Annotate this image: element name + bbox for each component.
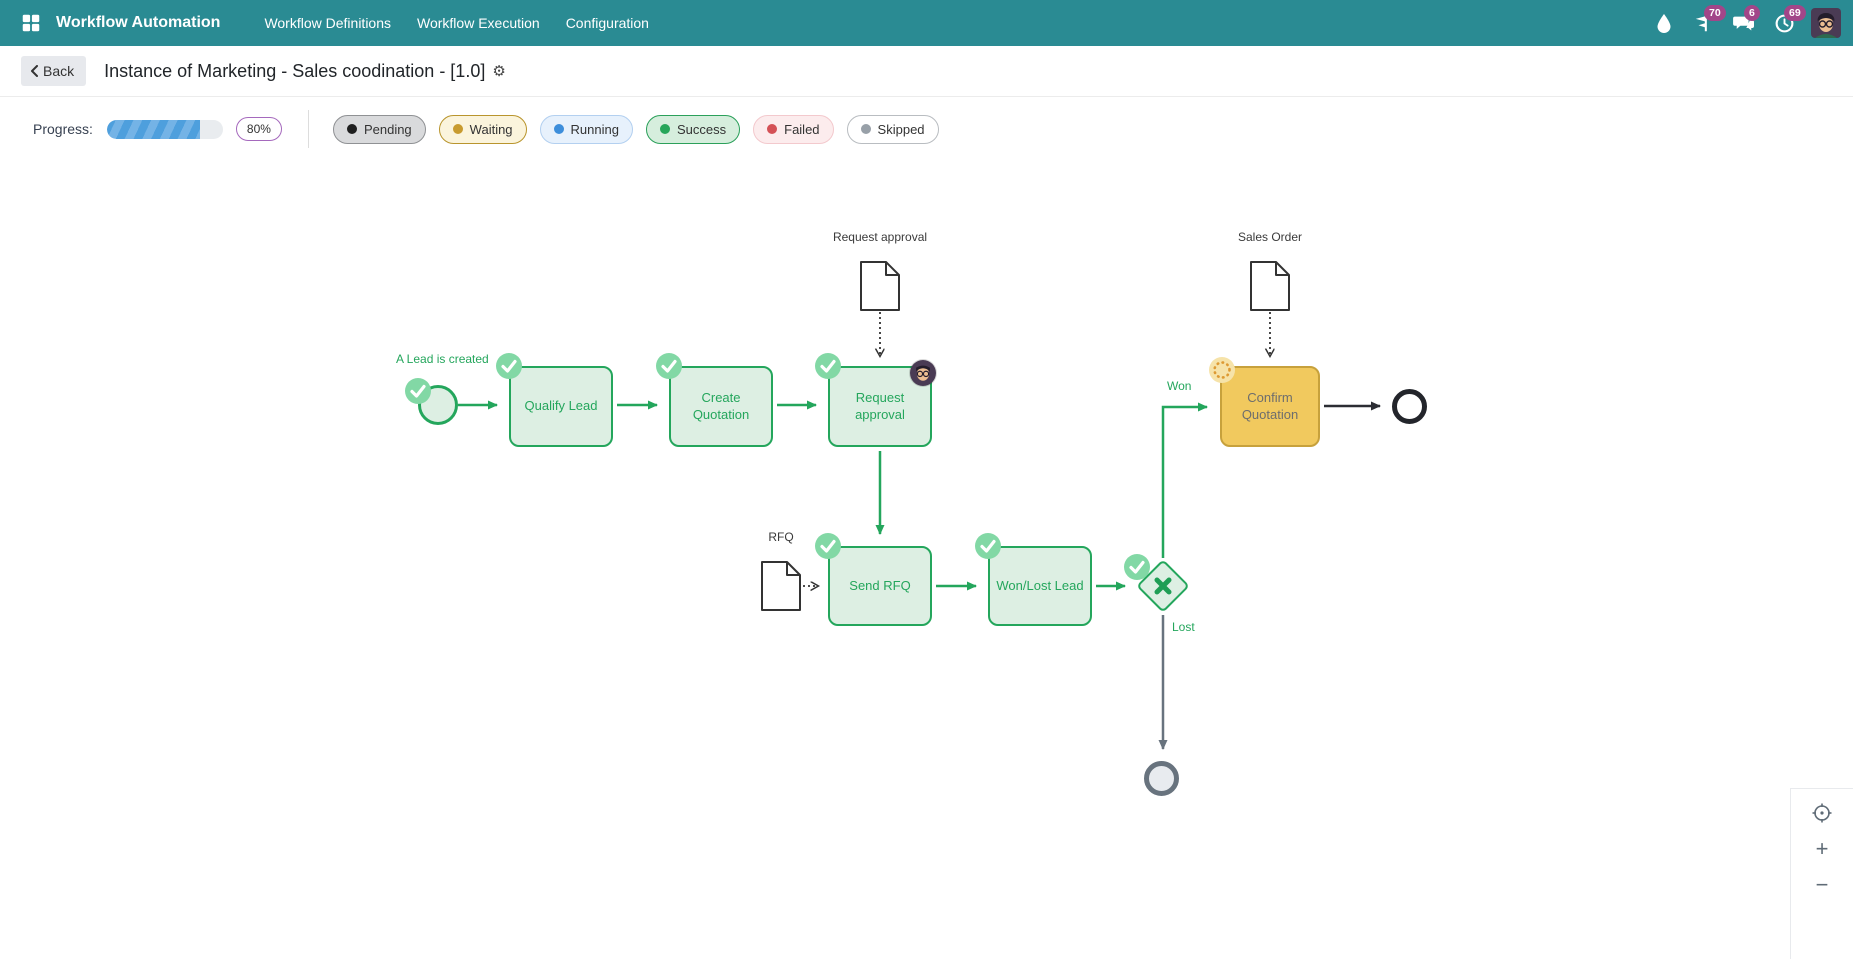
task-qualify-lead[interactable]: Qualify Lead (509, 366, 613, 447)
gear-icon[interactable]: ⚙ (492, 64, 505, 79)
task-label: Won/Lost Lead (996, 578, 1083, 594)
main-menu: Workflow Definitions Workflow Execution … (254, 7, 659, 39)
user-avatar[interactable] (1811, 8, 1841, 38)
droplet-icon[interactable] (1651, 10, 1677, 36)
success-dot-icon (660, 124, 670, 134)
zoom-in-button[interactable]: + (1807, 835, 1837, 863)
running-dot-icon (554, 124, 564, 134)
progress-bar (107, 120, 223, 139)
activities-icon[interactable]: 70 (1691, 10, 1717, 36)
legend-pending[interactable]: Pending (333, 115, 426, 144)
zoom-out-button[interactable]: − (1807, 871, 1837, 899)
doc-label-sales-order: Sales Order (1238, 230, 1302, 244)
menu-configuration[interactable]: Configuration (556, 7, 659, 39)
success-check-icon (815, 353, 841, 379)
app-title[interactable]: Workflow Automation (56, 14, 220, 32)
success-check-icon (975, 533, 1001, 559)
legend-label: Waiting (470, 122, 513, 137)
success-check-icon (405, 378, 431, 404)
task-confirm-quotation[interactable]: Confirm Quotation (1220, 366, 1320, 447)
legend-failed[interactable]: Failed (753, 115, 833, 144)
end-event[interactable] (1392, 389, 1427, 424)
start-event-label: A Lead is created (396, 352, 489, 366)
document-sales-order[interactable] (1250, 261, 1290, 316)
waiting-spinner-icon (1209, 357, 1235, 383)
progress-label: Progress: (33, 121, 93, 137)
task-won-lost-lead[interactable]: Won/Lost Lead (988, 546, 1092, 626)
page-title: Instance of Marketing - Sales coodinatio… (104, 61, 506, 82)
top-navbar: Workflow Automation Workflow Definitions… (0, 0, 1853, 46)
status-legend: Pending Waiting Running Success Failed S… (333, 115, 939, 144)
doc-label-rfq: RFQ (768, 530, 793, 544)
failed-dot-icon (767, 124, 777, 134)
progress-row: Progress: 80% Pending Waiting Running Su… (0, 98, 1853, 160)
won-edge-label: Won (1167, 379, 1191, 393)
success-check-icon (1124, 554, 1150, 580)
task-label: Confirm Quotation (1227, 390, 1313, 423)
progress-percent-badge: 80% (236, 117, 282, 141)
skipped-dot-icon (861, 124, 871, 134)
legend-label: Failed (784, 122, 819, 137)
legend-label: Success (677, 122, 726, 137)
legend-label: Running (571, 122, 619, 137)
workflow-canvas[interactable]: A Lead is created Won Lost Request appro… (0, 160, 1853, 959)
legend-label: Pending (364, 122, 412, 137)
lost-edge-label: Lost (1172, 620, 1195, 634)
assignee-avatar[interactable] (910, 360, 936, 386)
activities-badge: 70 (1704, 5, 1726, 21)
zoom-controls-panel: + − (1790, 788, 1853, 959)
success-check-icon (496, 353, 522, 379)
success-check-icon (656, 353, 682, 379)
legend-waiting[interactable]: Waiting (439, 115, 527, 144)
clock-icon[interactable]: 69 (1771, 10, 1797, 36)
gateway-x-icon (1150, 573, 1176, 599)
legend-skipped[interactable]: Skipped (847, 115, 939, 144)
messages-badge: 6 (1744, 5, 1760, 21)
waiting-dot-icon (453, 124, 463, 134)
task-label: Qualify Lead (525, 398, 598, 414)
instance-title-text: Instance of Marketing - Sales coodinatio… (104, 61, 485, 82)
progress-bar-fill (107, 120, 200, 139)
document-request-approval[interactable] (860, 261, 900, 316)
back-label: Back (43, 63, 74, 79)
pending-dot-icon (347, 124, 357, 134)
menu-workflow-definitions[interactable]: Workflow Definitions (254, 7, 401, 39)
task-send-rfq[interactable]: Send RFQ (828, 546, 932, 626)
task-label: Send RFQ (849, 578, 910, 594)
apps-grid-icon[interactable] (14, 6, 48, 40)
control-bar: Back Instance of Marketing - Sales coodi… (0, 46, 1853, 97)
legend-label: Skipped (878, 122, 925, 137)
chevron-left-icon (30, 65, 38, 77)
crosshair-icon (1812, 803, 1832, 823)
end-event-lost[interactable] (1144, 761, 1179, 796)
clock-badge: 69 (1784, 5, 1806, 21)
legend-running[interactable]: Running (540, 115, 633, 144)
reset-view-button[interactable] (1807, 799, 1837, 827)
task-label: Create Quotation (676, 390, 766, 423)
navbar-right: 70 6 69 (1651, 8, 1853, 38)
document-rfq[interactable] (761, 561, 801, 616)
messages-icon[interactable]: 6 (1731, 10, 1757, 36)
task-create-quotation[interactable]: Create Quotation (669, 366, 773, 447)
task-label: Request approval (835, 390, 925, 423)
menu-workflow-execution[interactable]: Workflow Execution (407, 7, 550, 39)
legend-success[interactable]: Success (646, 115, 740, 144)
doc-label-request-approval: Request approval (833, 230, 927, 244)
navbar-left: Workflow Automation Workflow Definitions… (0, 6, 659, 40)
success-check-icon (815, 533, 841, 559)
back-button[interactable]: Back (21, 56, 86, 86)
divider (308, 110, 309, 148)
